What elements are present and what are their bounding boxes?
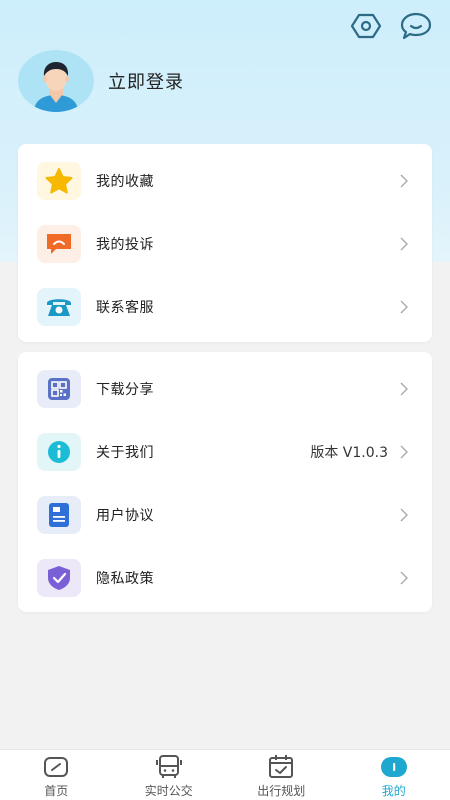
- avatar[interactable]: [18, 50, 94, 112]
- menu-item-label: 我的收藏: [96, 173, 154, 190]
- menu-item-about-us[interactable]: 关于我们 版本 V1.0.3: [18, 420, 432, 483]
- menu-item-user-agreement[interactable]: 用户协议: [18, 483, 432, 546]
- menu-item-customer-service[interactable]: 联系客服: [18, 275, 432, 338]
- settings-icon[interactable]: [350, 10, 382, 42]
- login-link[interactable]: 立即登录: [108, 68, 184, 94]
- tab-label: 我的: [381, 784, 406, 798]
- chevron-right-icon: [400, 444, 410, 460]
- menu-item-download-share[interactable]: 下载分享: [18, 357, 432, 420]
- bus-icon: [155, 754, 183, 780]
- tab-label: 实时公交: [144, 784, 193, 798]
- menu-item-label: 下载分享: [96, 381, 154, 398]
- menu-item-complaints[interactable]: 我的投诉: [18, 212, 432, 275]
- chevron-right-icon: [400, 507, 410, 523]
- star-icon: [37, 161, 81, 200]
- menu-item-label: 隐私政策: [96, 570, 154, 587]
- home-icon: [42, 754, 70, 780]
- complaint-icon: [37, 224, 81, 263]
- chevron-right-icon: [400, 381, 410, 397]
- profile-area[interactable]: 立即登录: [18, 50, 184, 112]
- tab-realtime-bus[interactable]: 实时公交: [113, 750, 226, 800]
- menu-item-label: 用户协议: [96, 507, 154, 524]
- version-text: 版本 V1.0.3: [310, 444, 388, 461]
- menu-card-2: 下载分享 关于我们 版本 V1.0.3 用户协议 隐私政策: [18, 352, 432, 612]
- menu-item-favorites[interactable]: 我的收藏: [18, 149, 432, 212]
- tab-trip-planning[interactable]: 出行规划: [225, 750, 338, 800]
- menu-item-label: 我的投诉: [96, 236, 154, 253]
- menu-card-1: 我的收藏 我的投诉 联系客服: [18, 144, 432, 342]
- chevron-right-icon: [400, 236, 410, 252]
- profile-icon: [380, 754, 408, 780]
- chevron-right-icon: [400, 570, 410, 586]
- tab-label: 出行规划: [257, 784, 306, 798]
- menu-item-label: 联系客服: [96, 299, 154, 316]
- shield-icon: [37, 558, 81, 597]
- menu-item-label: 关于我们: [96, 444, 154, 461]
- info-icon: [37, 432, 81, 471]
- message-icon[interactable]: [400, 10, 432, 42]
- tab-home[interactable]: 首页: [0, 750, 113, 800]
- chevron-right-icon: [400, 173, 410, 189]
- qrcode-icon: [37, 369, 81, 408]
- menu-item-privacy-policy[interactable]: 隐私政策: [18, 546, 432, 609]
- chevron-right-icon: [400, 299, 410, 315]
- document-icon: [37, 495, 81, 534]
- bottom-tab-bar: 首页 实时公交 出行规划 我的: [0, 749, 450, 800]
- tab-mine[interactable]: 我的: [338, 750, 450, 800]
- calendar-icon: [267, 754, 295, 780]
- tab-label: 首页: [44, 784, 69, 798]
- header-actions: [350, 10, 432, 42]
- phone-icon: [37, 287, 81, 326]
